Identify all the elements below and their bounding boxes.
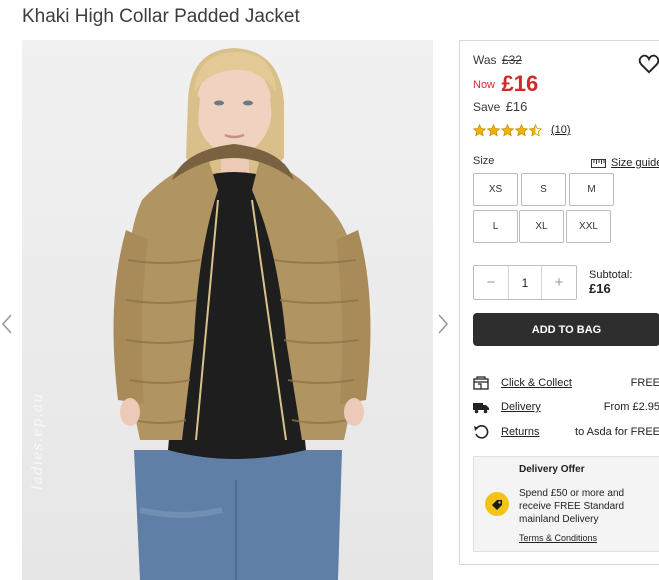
star-icon	[501, 123, 514, 136]
size-option-l[interactable]: L	[473, 210, 518, 243]
return-icon	[474, 425, 489, 439]
product-image	[22, 40, 433, 580]
size-option-xl[interactable]: XL	[519, 210, 564, 243]
review-count-link[interactable]: (10)	[551, 124, 571, 136]
size-option-xxl[interactable]: XXL	[566, 210, 611, 243]
save-amount: Save £16	[473, 99, 527, 114]
was-price-label: Was	[473, 53, 497, 67]
now-price-value: £16	[501, 71, 539, 96]
size-option-s[interactable]: S	[521, 173, 566, 206]
product-title: Khaki High Collar Padded Jacket	[22, 6, 300, 27]
delivery-offer-box: Delivery Offer Spend £50 or more and rec…	[473, 456, 659, 552]
delivery-option-returns: Returns to Asda for FREE	[473, 423, 659, 441]
save-label: Save	[473, 100, 501, 114]
image-watermark: ladies.ep.au	[30, 392, 46, 490]
terms-conditions-link[interactable]: Terms & Conditions	[519, 533, 597, 543]
was-price-value: £32	[501, 53, 522, 67]
size-option-xs[interactable]: XS	[473, 173, 518, 206]
delivery-option-name[interactable]: Returns	[501, 426, 540, 438]
now-price-label: Now	[473, 79, 496, 91]
wishlist-heart-icon[interactable]	[638, 54, 659, 74]
offer-text: Spend £50 or more and receive FREE Stand…	[519, 488, 625, 525]
size-guide-link[interactable]: Size guide	[591, 157, 659, 169]
chevron-left-icon	[1, 314, 12, 334]
delivery-option-value: to Asda for FREE	[575, 426, 659, 438]
product-rating[interactable]: (10)	[473, 122, 571, 138]
quantity-decrease-button[interactable]: −	[474, 266, 508, 299]
add-to-bag-button[interactable]: ADD TO BAG	[473, 313, 659, 346]
delivery-option-delivery: Delivery From £2.95	[473, 398, 659, 416]
offer-title: Delivery Offer	[519, 464, 585, 475]
delivery-option-name[interactable]: Delivery	[501, 401, 541, 413]
star-icon	[515, 123, 528, 136]
delivery-option-name[interactable]: Click & Collect	[501, 377, 572, 389]
truck-icon	[473, 403, 489, 414]
delivery-option-click-collect: Click & Collect FREE	[473, 374, 659, 392]
was-price: Was £32	[473, 53, 522, 67]
ruler-icon	[591, 158, 606, 168]
next-image-arrow[interactable]	[436, 312, 450, 336]
star-icon	[529, 123, 542, 136]
quantity-increase-button[interactable]: +	[542, 266, 576, 299]
size-option-m[interactable]: M	[569, 173, 614, 206]
quantity-stepper: − 1 +	[473, 265, 577, 300]
size-options: XS S M L XL XXL	[473, 173, 614, 245]
delivery-option-value: FREE	[630, 377, 659, 389]
previous-image-arrow[interactable]	[0, 312, 14, 336]
star-icon	[487, 123, 500, 136]
delivery-option-value: From £2.95	[603, 401, 659, 413]
subtotal-value: £16	[589, 281, 611, 296]
size-guide-label: Size guide	[611, 157, 659, 169]
star-icon	[473, 123, 486, 136]
purchase-panel: Was £32 Now £16 Save £16 (10) Size Size …	[459, 40, 659, 565]
tag-icon	[485, 492, 509, 516]
chevron-right-icon	[438, 314, 449, 334]
subtotal: Subtotal: £16	[589, 269, 632, 295]
save-value: £16	[505, 99, 528, 114]
product-image-gallery[interactable]: ladies.ep.au	[22, 40, 433, 580]
size-label: Size	[473, 155, 495, 167]
rating-stars	[473, 123, 543, 137]
quantity-value[interactable]: 1	[508, 266, 542, 299]
now-price: Now £16	[473, 71, 538, 97]
store-icon	[473, 376, 489, 390]
